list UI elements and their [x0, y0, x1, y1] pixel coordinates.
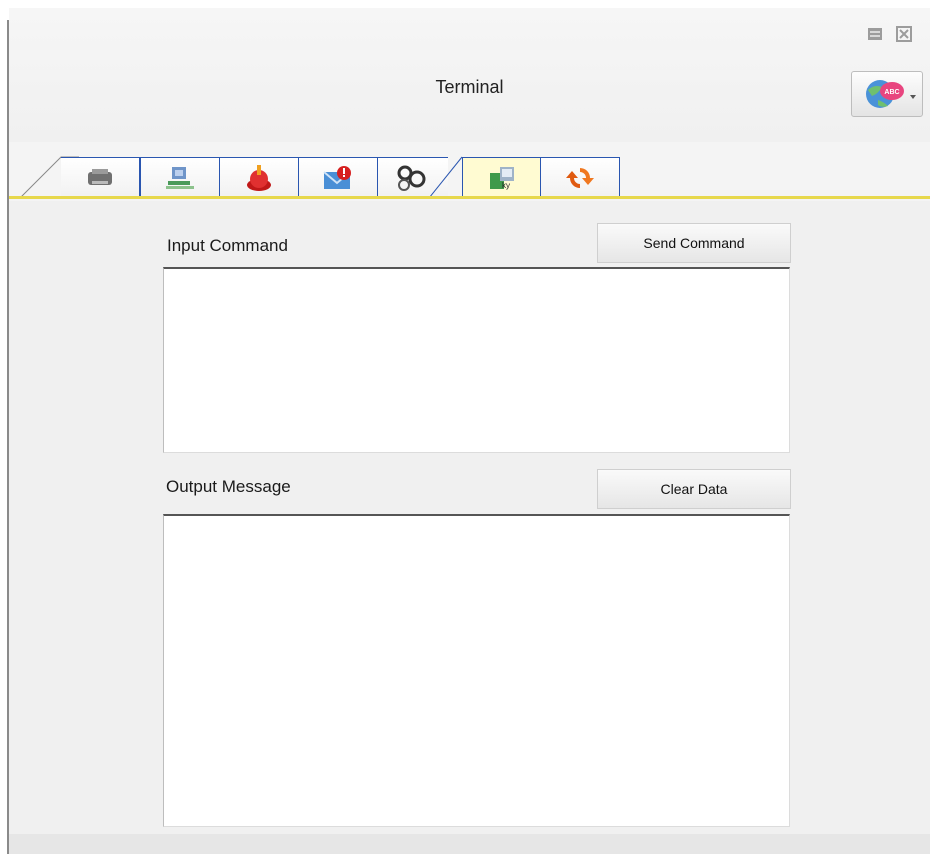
input-command-label: Input Command: [167, 236, 288, 255]
tab-message-alert[interactable]: [298, 157, 378, 198]
alert-icon: [247, 165, 271, 191]
globe-abc-icon: ABC: [866, 80, 904, 108]
language-dropdown[interactable]: ABC: [851, 71, 923, 117]
output-message-label: Output Message: [166, 477, 291, 496]
svg-text:ABC: ABC: [884, 89, 899, 96]
input-command-textarea[interactable]: [163, 267, 790, 453]
message-alert-icon: [323, 166, 351, 189]
tab-refresh[interactable]: [540, 157, 620, 198]
status-strip: [9, 834, 930, 854]
settings-icon: [397, 165, 426, 191]
clear-data-button[interactable]: Clear Data: [597, 469, 791, 509]
terminal-window: Terminal ABC ky Input Command Send Comma…: [9, 8, 930, 854]
title-bar: Terminal ABC: [9, 8, 930, 143]
send-command-button[interactable]: Send Command: [597, 223, 791, 263]
terminal-icon: ky: [489, 167, 514, 190]
tab-terminal[interactable]: ky: [462, 157, 541, 198]
tab-bar: ky: [9, 142, 930, 204]
tab-printer[interactable]: [61, 157, 140, 198]
terminal-panel: Input Command Send Command Output Messag…: [9, 201, 930, 854]
printer-icon: [88, 169, 112, 185]
window-left-border: [0, 0, 9, 854]
window-title: Terminal: [435, 77, 504, 97]
tab-network[interactable]: [140, 157, 220, 198]
network-icon: [166, 167, 194, 189]
tab-underline: [9, 196, 930, 199]
output-message-textarea[interactable]: [163, 514, 790, 827]
refresh-icon: [566, 168, 594, 188]
close-icon[interactable]: [896, 26, 912, 42]
tab-alert[interactable]: [219, 157, 299, 198]
minimize-icon[interactable]: [867, 26, 883, 42]
svg-text:ky: ky: [502, 181, 510, 190]
